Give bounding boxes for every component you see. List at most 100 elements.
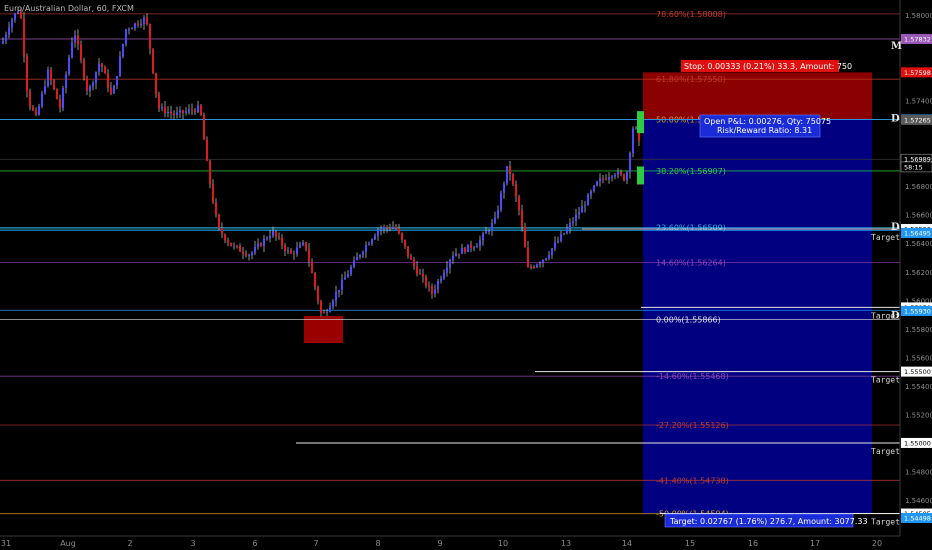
candle-body bbox=[350, 267, 352, 275]
candle-body bbox=[494, 217, 496, 223]
candle-body bbox=[593, 185, 595, 192]
candle-body bbox=[200, 105, 202, 115]
candle-body bbox=[224, 234, 226, 241]
x-tick-label: 13 bbox=[561, 539, 571, 548]
candle-body bbox=[572, 221, 574, 223]
candle-body bbox=[236, 245, 238, 247]
candle-body bbox=[476, 246, 478, 248]
candle-body bbox=[86, 78, 88, 91]
candle-body bbox=[92, 82, 94, 87]
candle-body bbox=[125, 29, 127, 44]
candle-body bbox=[95, 71, 97, 83]
candle-body bbox=[575, 214, 577, 222]
fib-label: -27.20%(1.55126) bbox=[656, 421, 729, 430]
y-tick-label: 1.54600 bbox=[905, 497, 932, 505]
candle-body bbox=[557, 240, 559, 243]
price-tag-label: 1.55930 bbox=[904, 307, 931, 315]
candle-body bbox=[482, 233, 484, 241]
candle-body bbox=[425, 276, 427, 286]
candle-body bbox=[173, 113, 175, 115]
price-tag-label: 58:15 bbox=[904, 163, 923, 171]
candle-body bbox=[269, 236, 271, 239]
candle-body bbox=[38, 105, 40, 115]
candle-body bbox=[344, 277, 346, 280]
candle-body bbox=[263, 238, 265, 246]
candle-body bbox=[32, 106, 34, 111]
candle-body bbox=[620, 171, 622, 175]
price-tag-label: 1.54498 bbox=[904, 514, 931, 522]
candle-body bbox=[533, 267, 535, 269]
candle-body bbox=[128, 29, 130, 31]
risk-reward-text: Risk/Reward Ratio: 8.31 bbox=[717, 126, 812, 135]
candle-body bbox=[326, 311, 328, 313]
candle-body bbox=[473, 247, 475, 249]
x-tick-label: 15 bbox=[685, 539, 695, 548]
candle-body bbox=[359, 254, 361, 257]
candle-body bbox=[284, 245, 286, 251]
candle-body bbox=[323, 312, 325, 314]
target-label: Target bbox=[871, 518, 900, 527]
candle-body bbox=[140, 23, 142, 25]
pnl-info-text: Open P&L: 0.00276, Qty: 75075 bbox=[704, 117, 831, 126]
fib-label: 23.60%(1.56509) bbox=[656, 224, 726, 233]
candle-body bbox=[287, 250, 289, 252]
price-tag-label: 1.57265 bbox=[904, 116, 931, 124]
pattern-letter: D bbox=[891, 114, 900, 125]
candle-body bbox=[458, 253, 460, 255]
candle-body bbox=[512, 174, 514, 184]
candle-body bbox=[242, 251, 244, 254]
fib-label: 0.00%(1.55866) bbox=[656, 315, 721, 324]
candle-body bbox=[491, 222, 493, 231]
candle-body bbox=[311, 261, 313, 274]
candle-body bbox=[257, 243, 259, 247]
chart-title: Euro/Australian Dollar, 60, FXCM bbox=[4, 4, 134, 13]
candle-body bbox=[305, 242, 307, 250]
candle-body bbox=[521, 210, 523, 227]
candle-body bbox=[443, 272, 445, 279]
x-tick-label: 6 bbox=[252, 539, 257, 548]
candle-body bbox=[611, 176, 613, 178]
pattern-letter: D bbox=[891, 222, 900, 233]
candle-body bbox=[245, 253, 247, 256]
y-tick-label: 1.58000 bbox=[905, 12, 932, 20]
candle-body bbox=[335, 291, 337, 301]
x-tick-label: 2 bbox=[127, 539, 132, 548]
candle-body bbox=[479, 240, 481, 247]
candle-body bbox=[542, 259, 544, 263]
candle-body bbox=[182, 110, 184, 113]
candle-body bbox=[188, 109, 190, 112]
candle-body bbox=[485, 231, 487, 234]
time-axis: 31 Aug 2 3 6 7 8 9 10 13 14 15 16 17 20 bbox=[0, 535, 932, 550]
candle-body bbox=[605, 178, 607, 180]
candle-body bbox=[59, 99, 61, 109]
candle-body bbox=[353, 260, 355, 268]
candle-body bbox=[71, 42, 73, 58]
candle-body bbox=[176, 112, 178, 115]
candle-body bbox=[143, 17, 145, 24]
x-tick-label: 3 bbox=[190, 539, 195, 548]
fib-label: 61.80%(1.57550) bbox=[656, 75, 726, 84]
candle-body bbox=[329, 306, 331, 312]
candle-body bbox=[320, 301, 322, 313]
candle-body bbox=[551, 248, 553, 255]
candle-body bbox=[539, 262, 541, 265]
candle-body bbox=[2, 40, 4, 44]
candle-body bbox=[467, 244, 469, 253]
candle-body bbox=[83, 59, 85, 79]
x-tick-label: 14 bbox=[622, 539, 632, 548]
candle-body bbox=[626, 172, 628, 181]
y-tick-label: 1.55800 bbox=[905, 326, 932, 334]
candle-body bbox=[506, 166, 508, 184]
candle-body bbox=[23, 17, 25, 57]
stop-info-text: Stop: 0.00333 (0.21%) 33.3, Amount: 750 bbox=[684, 62, 852, 71]
candle-body bbox=[254, 246, 256, 253]
candle-body bbox=[149, 23, 151, 49]
position-zones bbox=[304, 72, 872, 514]
candle-body bbox=[395, 226, 397, 229]
candlestick-chart[interactable]: 78.60%(1.58008)61.80%(1.57550)50.00%(1.5… bbox=[0, 0, 932, 550]
candle-body bbox=[410, 255, 412, 260]
candle-body bbox=[392, 226, 394, 229]
price-axis: 1.580001.574001.570001.568001.566001.564… bbox=[899, 0, 932, 550]
candle-body bbox=[215, 202, 217, 215]
price-tag-label: 1.57598 bbox=[904, 69, 931, 77]
